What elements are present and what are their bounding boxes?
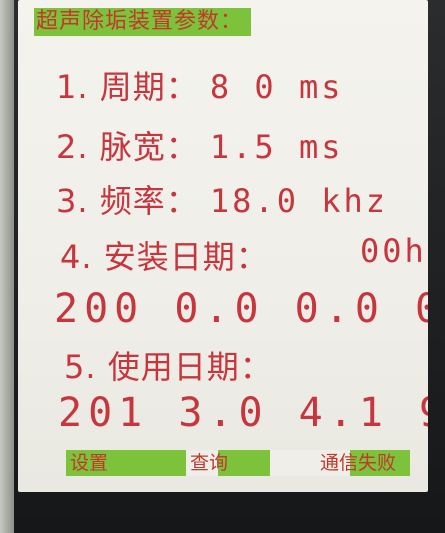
param-period-row: 1. 周期： 8 0 ms — [56, 62, 343, 108]
param-install-date-hours: 00h — [360, 232, 427, 270]
comm-status-button[interactable]: 通信失败 — [320, 450, 396, 476]
param-install-date-label: 4. 安装日期： — [60, 238, 269, 276]
settings-button[interactable]: 设置 — [70, 450, 108, 476]
param-install-date-value: 00h — [360, 232, 427, 270]
param-pulse-width-row: 2. 脉宽： 1.5 ms — [56, 122, 343, 168]
param-period-value: 8 0 ms — [209, 68, 344, 106]
param-frequency-row: 3. 频率： 18.0 khz — [56, 176, 388, 222]
param-use-date-row: 5. 使用日期： — [64, 342, 273, 388]
param-pulse-width-value: 1.5 ms — [209, 128, 344, 166]
query-button[interactable]: 查询 — [190, 450, 228, 476]
param-pulse-width-label: 2. 脉宽： — [56, 128, 199, 166]
softkey-bar: 设置 查询 通信失败 — [66, 450, 410, 476]
param-frequency-label: 3. 频率： — [56, 182, 199, 220]
param-install-datetime: 200 0.0 0.0 0 — [54, 286, 428, 332]
lcd-screen: 超声除垢装置参数： 1. 周期： 8 0 ms 2. 脉宽： 1.5 ms 3.… — [18, 0, 428, 492]
param-frequency-value: 18.0 khz — [209, 182, 389, 220]
param-use-datetime: 201 3.0 4.1 9 — [58, 390, 428, 436]
param-use-date-label: 5. 使用日期： — [64, 348, 273, 386]
device-side-strip — [0, 0, 14, 533]
page-title: 超声除垢装置参数： — [34, 8, 252, 36]
param-period-label: 1. 周期： — [56, 68, 199, 106]
param-install-date-row: 4. 安装日期： — [60, 232, 269, 278]
